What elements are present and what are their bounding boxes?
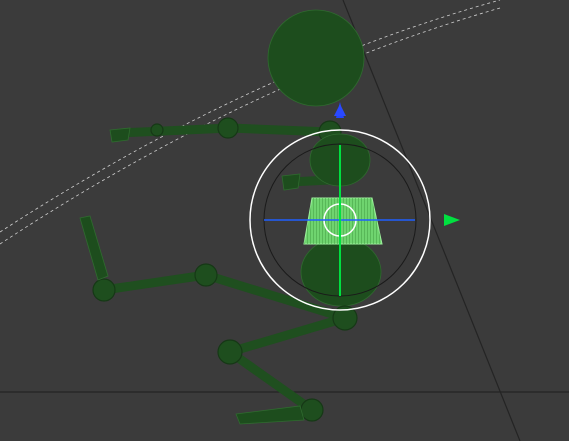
right-knee-joint[interactable] [217,339,243,365]
left-foot-mesh[interactable] [79,215,109,281]
right-arm-bone[interactable] [115,123,235,138]
right-wrist-joint[interactable] [150,123,164,137]
right-upper-arm-bone[interactable] [225,123,335,137]
head-mesh[interactable] [267,9,365,107]
left-ankle-joint[interactable] [92,278,116,302]
left-knee-joint[interactable] [194,263,218,287]
up-axis-arrow-icon[interactable] [334,104,346,116]
y-axis-arrow-icon[interactable] [444,214,460,226]
left-shin-bone[interactable] [99,270,211,295]
right-hand-mesh[interactable] [109,127,131,143]
right-thigh-bone[interactable] [225,313,350,357]
scene-canvas[interactable] [0,0,569,441]
motion-path-outer [0,0,501,233]
right-foot-mesh[interactable] [235,405,305,425]
3d-viewport[interactable] [0,0,569,441]
right-shin-bone[interactable] [225,347,317,415]
right-ankle-joint[interactable] [300,398,324,422]
character-rig[interactable] [79,9,383,425]
left-hand-mesh[interactable] [281,173,301,191]
right-elbow-joint[interactable] [217,117,239,139]
